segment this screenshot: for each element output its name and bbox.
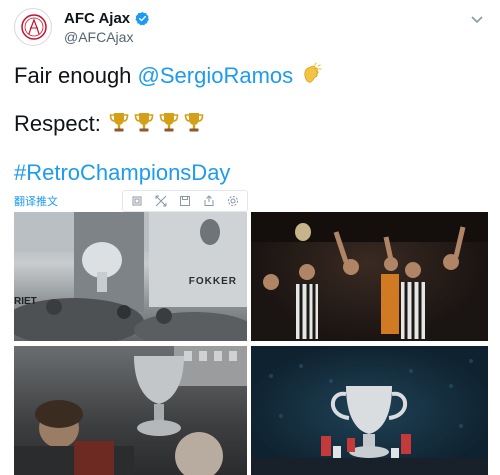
- copy-icon[interactable]: [127, 193, 147, 209]
- translate-tweet-link[interactable]: 翻译推文: [14, 193, 58, 209]
- chevron-down-icon[interactable]: [468, 10, 486, 28]
- share-icon[interactable]: [199, 193, 219, 209]
- tweet-line-1: Fair enough @SergioRamos: [14, 62, 323, 89]
- photo-sign-fokker: FOKKER: [188, 276, 237, 287]
- expand-icon[interactable]: [151, 193, 171, 209]
- save-icon[interactable]: [175, 193, 195, 209]
- photo-crowd-trophy[interactable]: [14, 346, 247, 475]
- clapping-hands-icon: [304, 62, 322, 83]
- account-handle[interactable]: @AFCAjax: [64, 29, 133, 45]
- avatar[interactable]: [14, 8, 52, 46]
- photo-grid: FOKKER RIET: [14, 212, 488, 475]
- photo-airport-trophy[interactable]: FOKKER RIET: [14, 212, 247, 341]
- ajax-logo-icon: [21, 14, 47, 40]
- photo-stadium-trophy[interactable]: [251, 346, 488, 475]
- trophies-group: [107, 111, 207, 136]
- photo-team-celebration[interactable]: [251, 212, 488, 341]
- display-name[interactable]: AFC Ajax: [64, 10, 130, 27]
- trophy-icon: [109, 113, 129, 132]
- trophy-icon: [184, 113, 204, 132]
- mention-link[interactable]: @SergioRamos: [138, 63, 294, 88]
- photo-sign-riet: RIET: [14, 296, 37, 307]
- trophy-icon: [134, 113, 154, 132]
- photo-stadium-scene: [251, 359, 488, 475]
- tweet-line-3: #RetroChampionsDay: [14, 160, 230, 186]
- tweet-header: AFC Ajax @AFCAjax: [14, 8, 486, 48]
- tweet-line-2: Respect:: [14, 110, 207, 137]
- hashtag-link[interactable]: #RetroChampionsDay: [14, 160, 230, 185]
- trophy-icon: [159, 113, 179, 132]
- tweet-text-1: Fair enough: [14, 63, 138, 88]
- image-toolbar: [122, 190, 248, 212]
- verified-badge-icon: [135, 11, 149, 26]
- tweet-text-2: Respect:: [14, 111, 107, 136]
- settings-icon[interactable]: [223, 193, 243, 209]
- photo-crowd-scene: [14, 346, 247, 475]
- photo-celebration-scene: [251, 212, 488, 339]
- translate-row: 翻译推文: [14, 190, 264, 212]
